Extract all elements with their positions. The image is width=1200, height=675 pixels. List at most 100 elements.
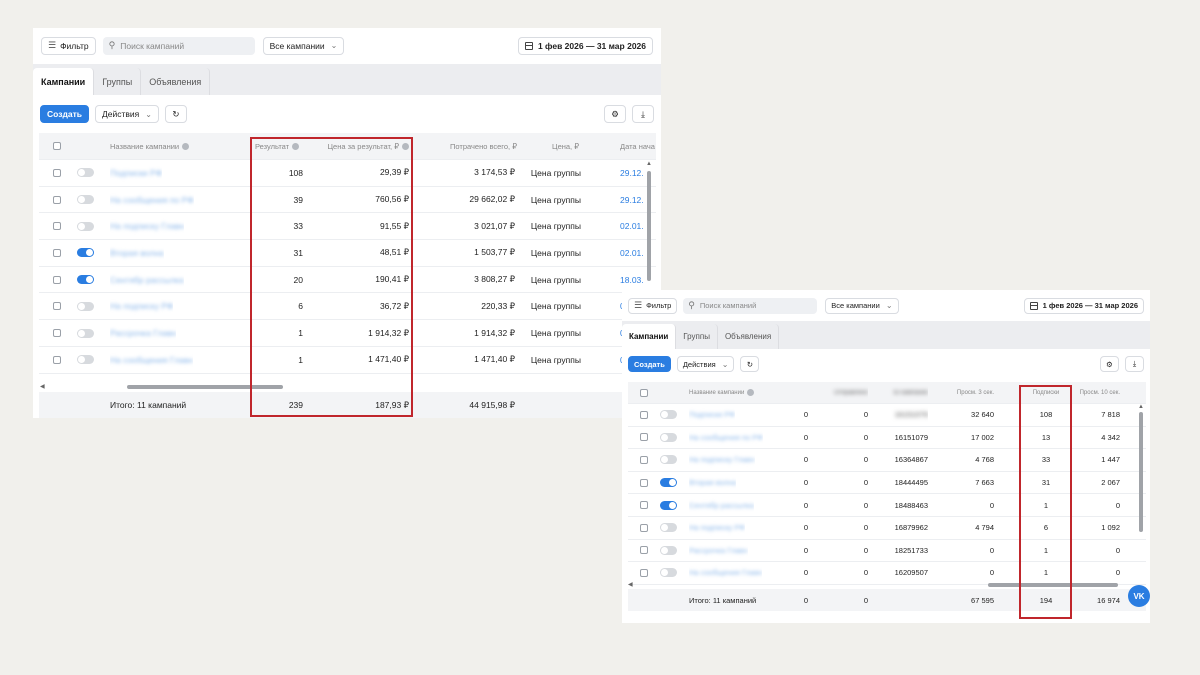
campaign-name-link[interactable]: На сообщения Главн [689, 562, 762, 584]
row-checkbox[interactable] [53, 347, 61, 373]
start-date-link[interactable]: 02.01. [620, 213, 644, 239]
status-toggle[interactable] [660, 427, 677, 449]
download-button[interactable]: ⤓ [1125, 356, 1144, 372]
header-start-date[interactable]: Дата нача [620, 133, 655, 159]
select-all-checkbox[interactable] [53, 133, 61, 159]
campaign-name-link[interactable]: Вторая волна [689, 472, 736, 494]
header-views-3s[interactable]: Просм. 3 сек. [936, 382, 994, 403]
search-input[interactable]: ⚲ Поиск кампаний [683, 297, 818, 314]
row-checkbox[interactable] [640, 427, 648, 449]
row-checkbox[interactable] [53, 320, 61, 346]
status-toggle[interactable] [77, 213, 94, 239]
campaign-name-link[interactable]: Вторая волна [110, 240, 164, 266]
status-toggle[interactable] [77, 267, 94, 293]
scroll-up-arrow[interactable]: ▲ [1138, 404, 1144, 410]
row-checkbox[interactable] [640, 540, 648, 562]
status-toggle[interactable] [660, 562, 677, 584]
campaign-select[interactable]: Все кампании ⌄ [825, 297, 899, 314]
chevron-down-icon: ⌄ [721, 359, 729, 369]
scroll-left-arrow[interactable]: ◀ [628, 581, 633, 588]
campaign-name-link[interactable]: Подписки РФ [689, 404, 735, 426]
campaign-name-link[interactable]: На сообщения Главн [110, 347, 193, 373]
start-date-link[interactable]: 29.12. [620, 187, 644, 213]
create-button[interactable]: Создать [628, 356, 671, 372]
header-col-a[interactable] [804, 382, 816, 403]
header-views-10s[interactable]: Просм. 10 сек. [1068, 382, 1120, 403]
select-all-checkbox[interactable] [640, 382, 648, 403]
status-toggle[interactable] [660, 449, 677, 471]
campaign-name-link[interactable]: Сентябр рассылка [689, 494, 754, 516]
campaign-name-link[interactable]: Рассрочка Главн [689, 540, 748, 562]
tab-ads[interactable]: Объявления [141, 68, 211, 95]
search-input[interactable]: ⚲ Поиск кампаний [102, 36, 255, 55]
tab-ads[interactable]: Объявления [717, 324, 780, 349]
tab-groups[interactable]: Группы [676, 324, 718, 349]
campaign-name-link[interactable]: На сообщения по РФ [110, 187, 194, 213]
status-toggle[interactable] [660, 404, 677, 426]
header-col-b[interactable]: Отправлено [830, 382, 868, 403]
header-name[interactable]: Название кампании [110, 133, 190, 159]
status-toggle[interactable] [660, 472, 677, 494]
header-col-c[interactable]: ID кампании [876, 382, 929, 403]
refresh-button[interactable]: ↻ [740, 356, 760, 372]
chevron-down-icon: ⌄ [885, 301, 893, 310]
status-toggle[interactable] [77, 160, 94, 186]
start-date-link[interactable]: 18.03. [620, 267, 644, 293]
date-range-button[interactable]: 1 фев 2026 — 31 мар 2026 [517, 36, 653, 55]
status-toggle[interactable] [77, 294, 94, 320]
filter-button[interactable]: ☰ Фильтр [628, 297, 678, 314]
header-name[interactable]: Название кампании [689, 382, 755, 403]
status-toggle[interactable] [77, 187, 94, 213]
settings-button[interactable]: ⚙ [604, 105, 626, 123]
scroll-left-arrow[interactable]: ◀ [40, 383, 45, 390]
vertical-scrollbar[interactable] [1139, 412, 1143, 532]
campaign-name-link[interactable]: На подписку Главн [689, 449, 755, 471]
spent-value: 3 808,27 ₽ [474, 274, 515, 285]
row-checkbox[interactable] [640, 404, 648, 426]
vk-logo-button[interactable]: VK [1128, 585, 1150, 607]
start-date-link[interactable]: 02.01. [620, 240, 644, 266]
row-checkbox[interactable] [640, 517, 648, 539]
settings-button[interactable]: ⚙ [1100, 356, 1119, 372]
campaign-name-link[interactable]: На подписку Главн [110, 213, 184, 239]
row-checkbox[interactable] [53, 160, 61, 186]
refresh-button[interactable]: ↻ [164, 105, 187, 123]
start-date-link[interactable]: 29.12. [620, 160, 644, 186]
row-checkbox[interactable] [53, 294, 61, 320]
spent-value: 3 021,07 ₽ [474, 220, 515, 231]
tab-campaigns[interactable]: Кампании [33, 68, 95, 95]
row-checkbox[interactable] [640, 494, 648, 516]
status-toggle[interactable] [77, 240, 94, 266]
row-checkbox[interactable] [640, 449, 648, 471]
row-checkbox[interactable] [53, 240, 61, 266]
vertical-scrollbar[interactable] [647, 171, 651, 281]
campaign-name-link[interactable]: Подписки РФ [110, 160, 162, 186]
campaign-name-link[interactable]: На подписку РФ [110, 294, 173, 320]
actions-dropdown[interactable]: Действия ⌄ [676, 356, 735, 372]
filter-button[interactable]: ☰ Фильтр [41, 36, 96, 55]
campaign-select[interactable]: Все кампании ⌄ [262, 36, 345, 55]
status-toggle[interactable] [77, 347, 94, 373]
campaign-name-link[interactable]: На сообщения по РФ [689, 427, 763, 449]
tab-campaigns[interactable]: Кампании [622, 324, 677, 349]
date-range-button[interactable]: 1 фев 2026 — 31 мар 2026 [1023, 297, 1144, 314]
tab-groups[interactable]: Группы [94, 68, 142, 95]
campaign-name-link[interactable]: На подписку РФ [689, 517, 745, 539]
campaign-name-link[interactable]: Рассрочка Главн [110, 320, 176, 346]
row-checkbox[interactable] [640, 562, 648, 584]
status-toggle[interactable] [660, 494, 677, 516]
actions-dropdown[interactable]: Действия ⌄ [94, 105, 159, 123]
status-toggle[interactable] [660, 540, 677, 562]
row-checkbox[interactable] [53, 187, 61, 213]
campaign-name-link[interactable]: Сентябр рассылка [110, 267, 184, 293]
status-toggle[interactable] [77, 320, 94, 346]
create-button[interactable]: Создать [40, 105, 89, 123]
row-checkbox[interactable] [640, 472, 648, 494]
row-checkbox[interactable] [53, 267, 61, 293]
status-toggle[interactable] [660, 517, 677, 539]
row-checkbox[interactable] [53, 213, 61, 239]
header-spent[interactable]: Потрачено всего, ₽ [419, 133, 517, 159]
download-button[interactable]: ⤓ [632, 105, 654, 123]
scroll-up-arrow[interactable]: ▲ [646, 161, 652, 167]
header-price[interactable]: Цена, ₽ [529, 133, 579, 159]
